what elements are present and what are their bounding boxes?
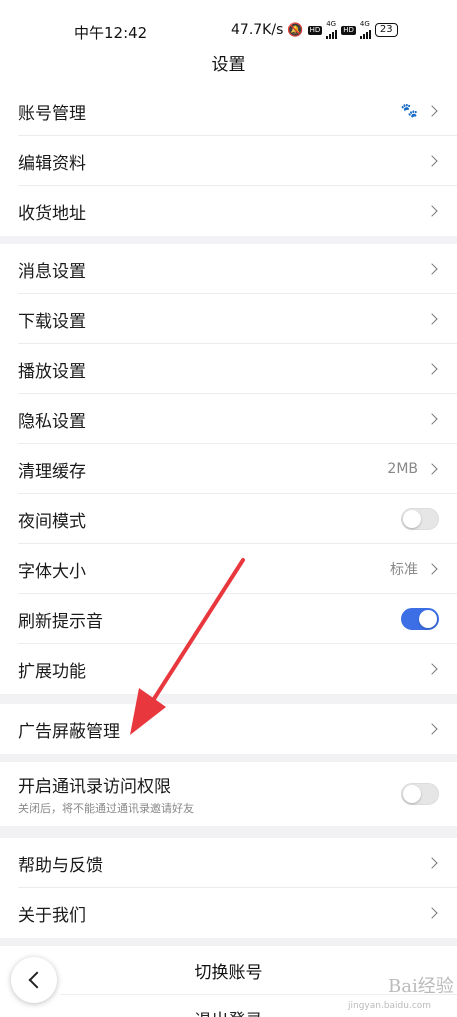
settings-row-playback[interactable]: 播放设置	[0, 344, 457, 394]
settings-row-shipping-address[interactable]: 收货地址	[0, 186, 457, 236]
chevron-right-icon	[426, 313, 438, 325]
status-bar: 中午12:42 47.7K/s 🔕 HD 4G HD 4G 23	[0, 0, 457, 50]
settings-row-about-us[interactable]: 关于我们	[0, 888, 457, 938]
contacts-permission-toggle[interactable]	[401, 783, 439, 805]
watermark-domain: jingyan.baidu.com	[348, 1001, 432, 1011]
hd-badge: HD	[307, 25, 323, 35]
chevron-right-icon	[426, 463, 438, 475]
back-arrow-icon	[28, 971, 45, 989]
night-mode-toggle[interactable]	[401, 508, 439, 530]
chevron-right-icon	[426, 723, 438, 735]
chevron-right-icon	[426, 857, 438, 869]
baidu-paw-icon: 🐾	[400, 103, 418, 119]
font-size-value: 标准	[390, 562, 418, 578]
account-group: 账号管理 🐾 编辑资料 收货地址	[0, 86, 457, 236]
cache-size: 2MB	[387, 461, 418, 477]
settings-row-help-feedback[interactable]: 帮助与反馈	[0, 838, 457, 888]
chevron-right-icon	[426, 663, 438, 675]
about-group: 帮助与反馈 关于我们	[0, 838, 457, 938]
page-title: 设置	[0, 50, 457, 86]
refresh-sound-toggle[interactable]	[401, 608, 439, 630]
settings-row-extensions[interactable]: 扩展功能	[0, 644, 457, 694]
chevron-right-icon	[426, 363, 438, 375]
chevron-right-icon	[426, 205, 438, 217]
settings-row-font-size[interactable]: 字体大小 标准	[0, 544, 457, 594]
mute-icon: 🔕	[287, 22, 304, 38]
battery-icon: 23	[374, 23, 398, 37]
settings-row-clear-cache[interactable]: 清理缓存 2MB	[0, 444, 457, 494]
hd-badge-2: HD	[341, 25, 356, 35]
settings-row-privacy[interactable]: 隐私设置	[0, 394, 457, 444]
settings-row-contacts-permission: 开启通讯录访问权限 关闭后，将不能通过通讯录邀请好友	[0, 762, 457, 826]
contacts-permission-hint: 关闭后，将不能通过通讯录邀请好友	[18, 802, 194, 815]
chevron-right-icon	[426, 263, 438, 275]
settings-row-download[interactable]: 下载设置	[0, 294, 457, 344]
status-indicators: 47.7K/s 🔕 HD 4G HD 4G 23	[231, 21, 398, 39]
network-speed: 47.7K/s	[231, 22, 284, 38]
settings-row-edit-profile[interactable]: 编辑资料	[0, 136, 457, 186]
chevron-right-icon	[426, 155, 438, 167]
settings-row-refresh-sound: 刷新提示音	[0, 594, 457, 644]
chevron-right-icon	[426, 105, 438, 117]
settings-row-messages[interactable]: 消息设置	[0, 244, 457, 294]
settings-row-night-mode: 夜间模式	[0, 494, 457, 544]
signal-icon-2: 4G	[359, 21, 371, 39]
general-group: 消息设置 下载设置 播放设置 隐私设置 清理缓存 2MB 夜间模式 字体大小 标…	[0, 244, 457, 694]
signal-icon: 4G	[326, 21, 338, 39]
status-time: 中午12:42	[74, 24, 148, 42]
back-button[interactable]	[11, 957, 57, 1003]
settings-row-account-management[interactable]: 账号管理 🐾	[0, 86, 457, 136]
watermark-logo: Bai经验	[388, 976, 454, 997]
chevron-right-icon	[426, 907, 438, 919]
contacts-group: 开启通讯录访问权限 关闭后，将不能通过通讯录邀请好友	[0, 762, 457, 826]
settings-row-ad-block[interactable]: 广告屏蔽管理	[0, 704, 457, 754]
ads-group: 广告屏蔽管理	[0, 704, 457, 754]
chevron-right-icon	[426, 413, 438, 425]
chevron-right-icon	[426, 563, 438, 575]
